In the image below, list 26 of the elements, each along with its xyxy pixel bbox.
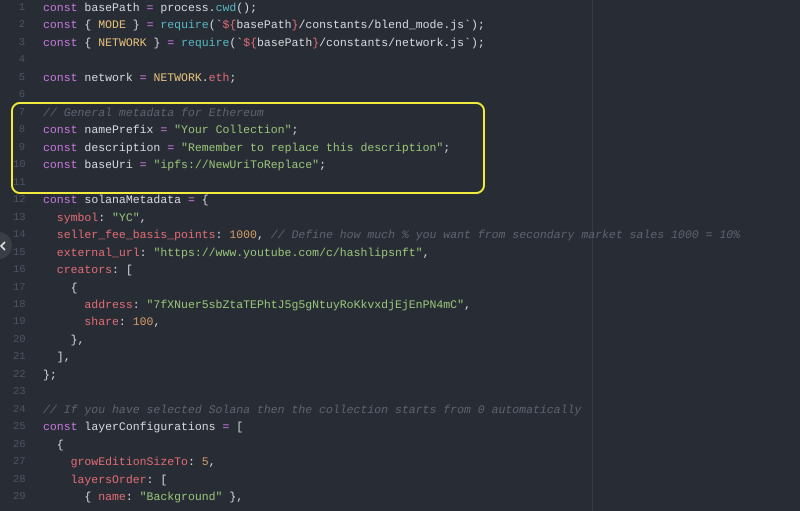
- code-line: const { MODE } = require(`${basePath}/constants/blend_mode.js`);: [43, 18, 485, 34]
- code-line: external_url: "https://www.youtube.com/c/hashlipsnft",: [56, 246, 430, 262]
- chevron-left-icon: [0, 240, 7, 250]
- code-line: address: "7fXNuer5sbZtaTEPhtJ5g5gNtuyRoKkvxdjEjEnPN4mC",: [83, 298, 471, 314]
- code-line: const solanaMetadata = {: [43, 193, 209, 210]
- code-line: layersOrder: [: [70, 472, 168, 489]
- code-line: const layerConfigurations = [: [43, 420, 244, 436]
- code-line: creators: [: [56, 263, 133, 280]
- code-line: const description = "Remember to replace this description";: [43, 140, 450, 157]
- code-line: {: [56, 438, 64, 454]
- code-line: // General metadata for Ethereum: [43, 106, 264, 122]
- code-line: {: [70, 280, 78, 296]
- code-line: const basePath = process.cwd();: [43, 1, 257, 17]
- code-line: share: 100,: [83, 315, 160, 332]
- code-line: },: [70, 332, 84, 349]
- code-line: const namePrefix = "Your Collection";: [43, 123, 298, 140]
- code-line: seller_fee_basis_points: 1000, // Define how much % you want from secondary market sales 1000 = 10%: [56, 228, 740, 244]
- code-line: { name: "Background" },: [83, 490, 244, 506]
- code-line: ],: [56, 350, 71, 366]
- code-line: };: [43, 368, 57, 384]
- code-line: const baseUri = "ipfs://NewUriToReplace";: [43, 158, 326, 174]
- code-line: growEditionSizeTo: 5,: [70, 455, 216, 472]
- code-line: const { NETWORK } = require(`${basePath}/constants/network.js`);: [43, 36, 485, 52]
- code-line: symbol: "YC",: [56, 210, 147, 227]
- code-line: const network = NETWORK.eth;: [43, 70, 236, 87]
- code-line: // If you have selected Solana then the collection starts from 0 automatically: [43, 402, 582, 419]
